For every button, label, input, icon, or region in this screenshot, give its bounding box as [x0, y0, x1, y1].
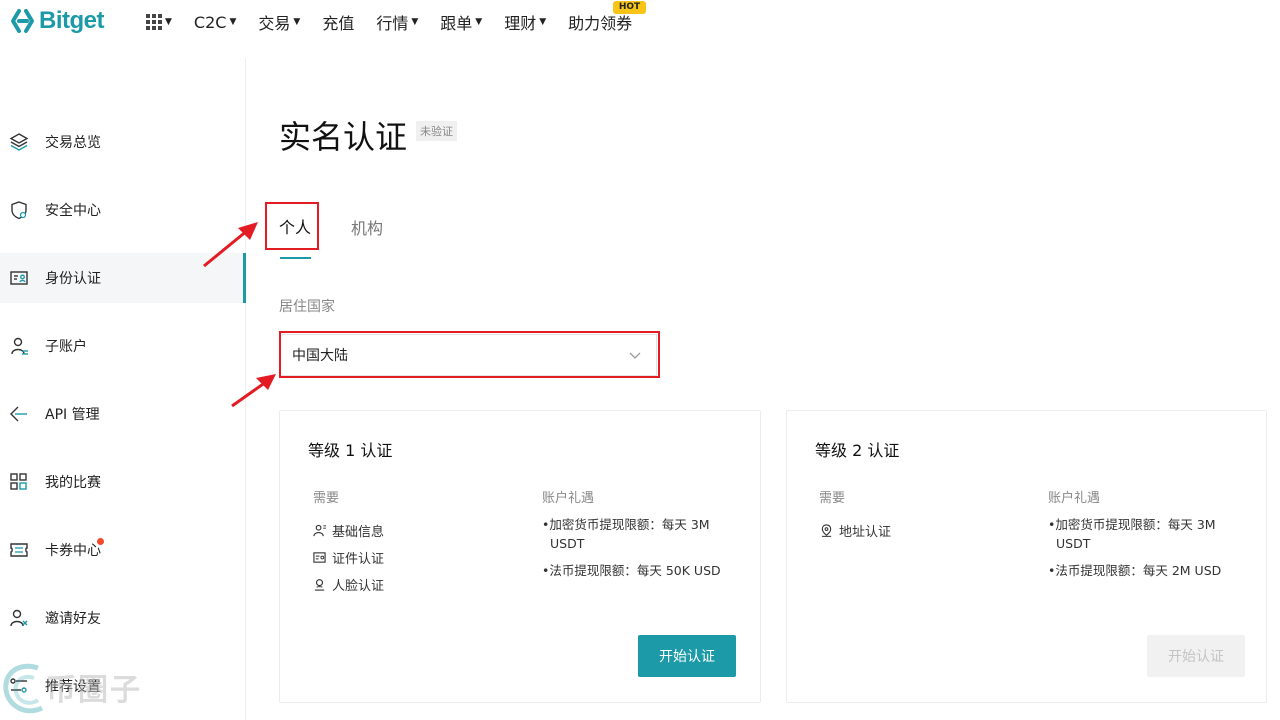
requirement-label: 基础信息 — [332, 525, 385, 540]
card-title: 等级 1 认证 — [308, 441, 393, 460]
nav-label: 行情 — [376, 14, 409, 33]
caret-down-icon: ▼ — [293, 17, 301, 27]
brand-logo[interactable]: Bitget — [10, 6, 105, 36]
tab-organization[interactable]: 机构 — [351, 215, 383, 239]
level-1-card: 等级 1 认证 需要 账户礼遇 基础信息 证件认证 人脸认证 加密货币提现限额：… — [279, 410, 761, 703]
bitget-logo-icon — [11, 9, 34, 33]
requirements-header: 需要 — [313, 491, 340, 506]
sidebar-item-invite[interactable]: 邀请好友 — [0, 593, 246, 643]
sidebar-item-label: 安全中心 — [45, 203, 101, 219]
requirement-item: 人脸认证 — [313, 571, 384, 598]
annotation-arrow-icon — [231, 374, 276, 408]
requirement-item: 地址认证 — [820, 517, 891, 544]
benefits-header: 账户礼遇 — [1048, 491, 1101, 506]
nav-coupons[interactable]: 助力领券 HOT — [568, 1, 647, 34]
caret-down-icon: ▼ — [229, 17, 237, 27]
requirement-label: 地址认证 — [839, 525, 892, 540]
user-icon — [313, 524, 326, 537]
sidebar-item-trade-overview[interactable]: 交易总览 — [0, 117, 246, 167]
sidebar-item-api[interactable]: API 管理 — [0, 389, 246, 439]
caret-down-icon: ▼ — [165, 17, 172, 27]
watermark-logo-icon — [3, 663, 44, 714]
nav-markets[interactable]: 行情 ▼ — [376, 10, 418, 34]
sidebar-item-coupons[interactable]: 卡券中心 — [0, 525, 246, 575]
watermark-text: 币圈子 — [46, 673, 142, 708]
benefit-item: 法币提现限额：每天 2M USD — [1048, 561, 1248, 580]
id-card-icon — [313, 552, 326, 563]
requirements-list: 基础信息 证件认证 人脸认证 — [313, 517, 384, 598]
nav-c2c[interactable]: C2C ▼ — [194, 13, 236, 32]
caret-down-icon: ▼ — [475, 17, 483, 27]
requirements-header: 需要 — [819, 491, 846, 506]
requirements-list: 地址认证 — [820, 517, 891, 544]
start-verification-button[interactable]: 开始认证 — [638, 635, 736, 677]
nav-label: 交易 — [258, 14, 291, 33]
brand-name: Bitget — [39, 7, 105, 34]
sidebar-item-label: 邀请好友 — [45, 611, 101, 627]
start-verification-button-disabled[interactable]: 开始认证 — [1147, 635, 1245, 677]
annotation-highlight-select — [279, 331, 660, 378]
sidebar: 交易总览 安全中心 身份认证 子账户 API 管理 我的比赛 卡券中心 邀请好友… — [0, 58, 246, 720]
invite-icon — [8, 607, 30, 629]
main-nav: ▼ C2C ▼ 交易 ▼ 充值 行情 ▼ 跟单 ▼ 理财 ▼ 助力领券 HOT — [146, 0, 654, 44]
sidebar-item-label: 子账户 — [45, 339, 87, 355]
country-label: 居住国家 — [279, 299, 335, 315]
nav-deposit[interactable]: 充值 — [322, 10, 354, 34]
caret-down-icon: ▼ — [411, 17, 419, 27]
nav-label: 充值 — [322, 14, 355, 33]
benefits-list: 加密货币提现限额：每天 3M USDT 法币提现限额：每天 2M USD — [1048, 515, 1248, 588]
nav-trade[interactable]: 交易 ▼ — [258, 10, 300, 34]
id-card-icon — [8, 267, 30, 289]
shield-icon — [8, 199, 30, 221]
watermark: 币圈子 — [0, 656, 150, 720]
annotation-highlight-tab — [265, 202, 319, 250]
benefit-item: 加密货币提现限额：每天 3M USDT — [1048, 515, 1248, 553]
active-tab-indicator — [280, 257, 311, 259]
sub-account-icon — [8, 335, 30, 357]
level-2-card: 等级 2 认证 需要 账户礼遇 地址认证 加密货币提现限额：每天 3M USDT… — [786, 410, 1267, 703]
benefits-header: 账户礼遇 — [542, 491, 595, 506]
coupon-icon — [8, 539, 30, 561]
top-navigation: Bitget ▼ C2C ▼ 交易 ▼ 充值 行情 ▼ 跟单 ▼ 理财 ▼ 助力领券 HO… — [0, 0, 1280, 44]
nav-label: 跟单 — [440, 14, 473, 33]
sidebar-item-label: API 管理 — [45, 407, 100, 423]
requirement-label: 证件认证 — [332, 552, 385, 567]
sidebar-item-label: 我的比赛 — [45, 475, 101, 491]
sidebar-item-label: 卡券中心 — [45, 543, 101, 559]
benefits-list: 加密货币提现限额：每天 3M USDT 法币提现限额：每天 50K USD — [542, 515, 742, 588]
requirement-label: 人脸认证 — [332, 579, 385, 594]
sidebar-item-sub-account[interactable]: 子账户 — [0, 321, 246, 371]
notification-dot — [97, 538, 104, 545]
page-title: 实名认证 — [279, 118, 408, 156]
sidebar-item-label: 交易总览 — [45, 135, 101, 151]
status-badge: 未验证 — [416, 121, 457, 141]
grid-icon — [8, 471, 30, 493]
apps-grid-icon — [146, 14, 162, 30]
nav-earn[interactable]: 理财 ▼ — [504, 10, 546, 34]
sidebar-item-competitions[interactable]: 我的比赛 — [0, 457, 246, 507]
benefit-item: 法币提现限额：每天 50K USD — [542, 561, 742, 580]
benefit-item: 加密货币提现限额：每天 3M USDT — [542, 515, 742, 553]
card-title: 等级 2 认证 — [815, 441, 900, 460]
sidebar-item-label: 身份认证 — [45, 271, 101, 287]
nav-label: 理财 — [504, 14, 537, 33]
location-icon — [821, 524, 832, 537]
api-icon — [8, 403, 30, 425]
nav-copy-trade[interactable]: 跟单 ▼ — [440, 10, 482, 34]
caret-down-icon: ▼ — [539, 17, 547, 27]
requirement-item: 证件认证 — [313, 544, 384, 571]
annotation-arrow-icon — [203, 222, 258, 268]
layers-icon — [8, 131, 30, 153]
hot-badge: HOT — [612, 1, 647, 14]
nav-label: C2C — [193, 12, 227, 32]
requirement-item: 基础信息 — [313, 517, 384, 544]
face-icon — [314, 579, 325, 591]
nav-apps-menu[interactable]: ▼ — [146, 14, 172, 30]
